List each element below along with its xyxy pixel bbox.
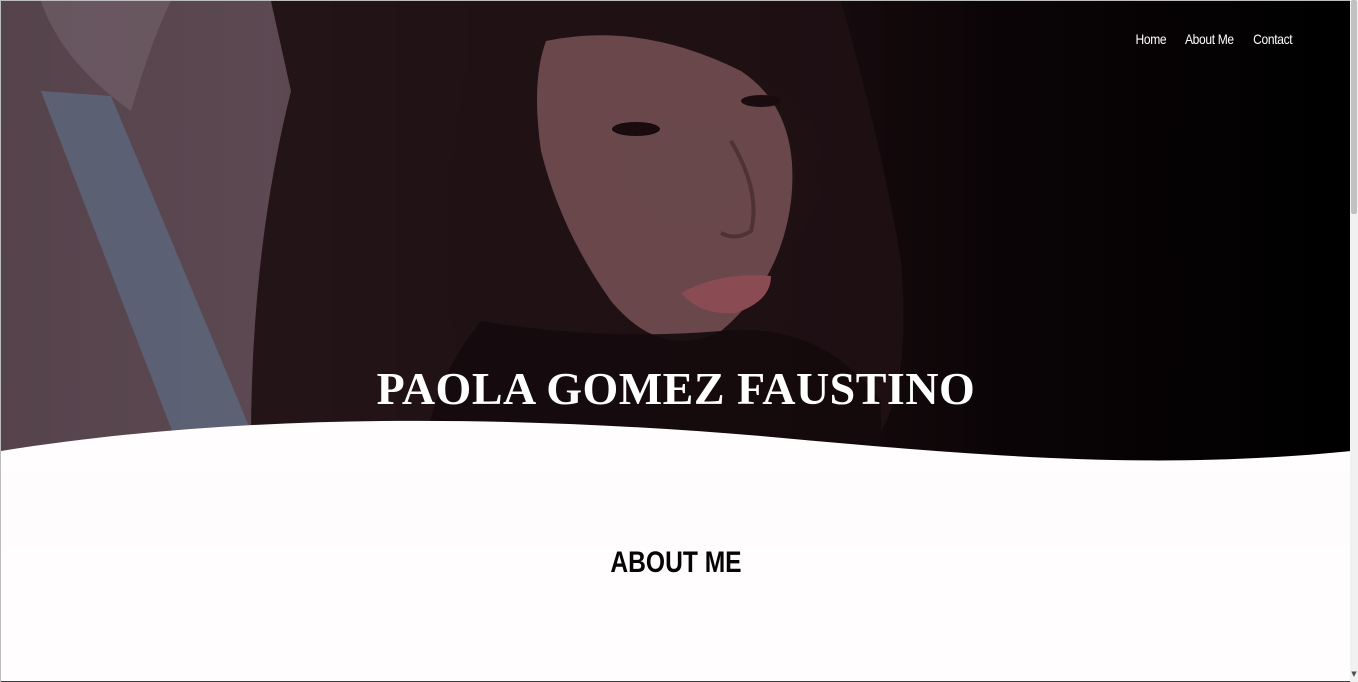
hero-banner: Home About Me Contact PAOLA GOMEZ FAUSTI… bbox=[1, 1, 1350, 471]
page: Home About Me Contact PAOLA GOMEZ FAUSTI… bbox=[0, 0, 1350, 682]
scrollbar-thumb[interactable] bbox=[1351, 0, 1357, 214]
main-nav: Home About Me Contact bbox=[1133, 31, 1295, 47]
scroll-down-arrow-icon[interactable]: ▼ bbox=[1350, 670, 1358, 678]
about-heading: ABOUT ME bbox=[1, 546, 1350, 580]
about-heading-text: ABOUT ME bbox=[610, 546, 742, 579]
about-section-band bbox=[1, 471, 1350, 546]
nav-home-link[interactable]: Home bbox=[1136, 31, 1167, 47]
vertical-scrollbar[interactable]: ▼ bbox=[1350, 0, 1358, 682]
nav-about-me-link[interactable]: About Me bbox=[1185, 31, 1234, 47]
wave-divider bbox=[1, 420, 1350, 471]
nav-contact-link[interactable]: Contact bbox=[1253, 31, 1292, 47]
hero-title: PAOLA GOMEZ FAUSTINO bbox=[376, 363, 976, 414]
